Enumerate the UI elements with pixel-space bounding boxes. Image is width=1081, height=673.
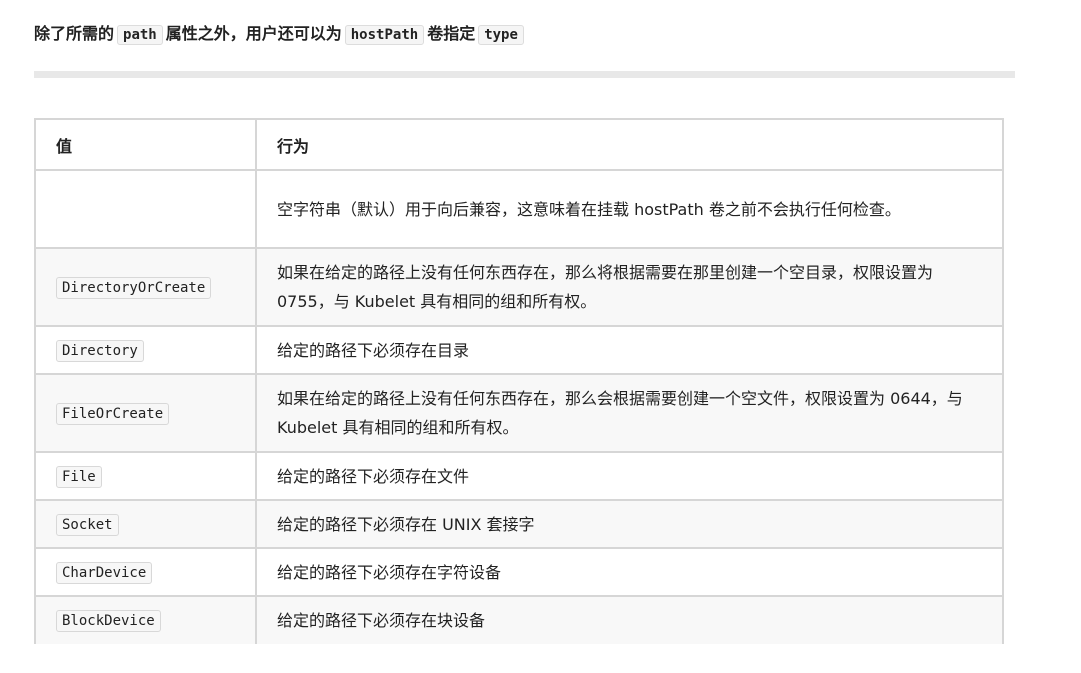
inline-code-hostpath: hostPath xyxy=(344,25,425,45)
table-header-row: 值 行为 xyxy=(34,118,1004,171)
table-row: File 给定的路径下必须存在文件 xyxy=(34,451,1004,501)
cell-behavior: 给定的路径下必须存在文件 xyxy=(255,451,1004,501)
table-row: BlockDevice 给定的路径下必须存在块设备 xyxy=(34,595,1004,644)
inline-code-path: path xyxy=(117,25,163,45)
value-code: CharDevice xyxy=(56,561,153,584)
cell-value: File xyxy=(34,451,257,501)
cell-value: Directory xyxy=(34,325,257,375)
inline-code-type: type xyxy=(478,25,524,45)
value-code: File xyxy=(56,465,102,488)
table-row: Socket 给定的路径下必须存在 UNIX 套接字 xyxy=(34,499,1004,549)
header-behavior: 行为 xyxy=(255,118,1004,171)
cell-value: FileOrCreate xyxy=(34,373,257,453)
cell-value: DirectoryOrCreate xyxy=(34,247,257,327)
cell-value: BlockDevice xyxy=(34,595,257,644)
intro-paragraph: 除了所需的 path 属性之外，用户还可以为 hostPath 卷指定 type xyxy=(34,20,527,49)
cell-behavior: 如果在给定的路径上没有任何东西存在，那么将根据需要在那里创建一个空目录，权限设置… xyxy=(255,247,1004,327)
cell-behavior: 如果在给定的路径上没有任何东西存在，那么会根据需要创建一个空文件，权限设置为 0… xyxy=(255,373,1004,453)
cell-value: Socket xyxy=(34,499,257,549)
intro-text-3: 卷指定 xyxy=(427,24,476,43)
cell-behavior: 空字符串（默认）用于向后兼容，这意味着在挂载 hostPath 卷之前不会执行任… xyxy=(255,169,1004,249)
table-row: CharDevice 给定的路径下必须存在字符设备 xyxy=(34,547,1004,597)
cell-behavior: 给定的路径下必须存在字符设备 xyxy=(255,547,1004,597)
cell-behavior: 给定的路径下必须存在 UNIX 套接字 xyxy=(255,499,1004,549)
value-code: Directory xyxy=(56,339,144,362)
table-row: FileOrCreate 如果在给定的路径上没有任何东西存在，那么会根据需要创建… xyxy=(34,373,1004,453)
cell-value-empty xyxy=(34,169,257,249)
header-value: 值 xyxy=(34,118,257,171)
table-row: Directory 给定的路径下必须存在目录 xyxy=(34,325,1004,375)
value-code: Socket xyxy=(56,513,119,536)
cell-behavior: 给定的路径下必须存在目录 xyxy=(255,325,1004,375)
table-row: 空字符串（默认）用于向后兼容，这意味着在挂载 hostPath 卷之前不会执行任… xyxy=(34,169,1004,249)
value-code: FileOrCreate xyxy=(56,402,170,425)
cell-value: CharDevice xyxy=(34,547,257,597)
value-code: BlockDevice xyxy=(56,610,161,632)
intro-text-2: 属性之外，用户还可以为 xyxy=(165,24,342,43)
horizontal-scrollbar[interactable] xyxy=(34,71,1015,78)
table-row: DirectoryOrCreate 如果在给定的路径上没有任何东西存在，那么将根… xyxy=(34,247,1004,327)
hostpath-type-table: 值 行为 空字符串（默认）用于向后兼容，这意味着在挂载 hostPath 卷之前… xyxy=(34,118,1004,644)
value-code: DirectoryOrCreate xyxy=(56,276,212,299)
cell-behavior: 给定的路径下必须存在块设备 xyxy=(255,595,1004,644)
intro-text-1: 除了所需的 xyxy=(34,24,115,43)
